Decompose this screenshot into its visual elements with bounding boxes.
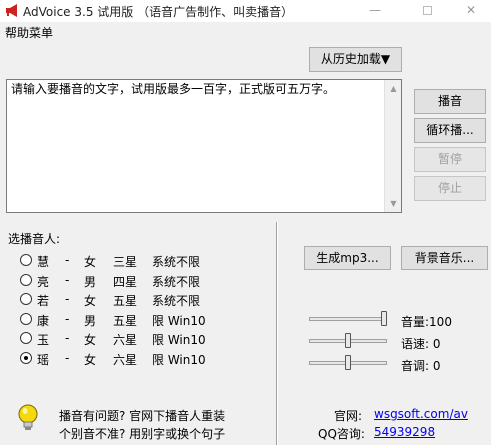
qq-link[interactable]: 54939298 bbox=[374, 425, 435, 439]
speaker-limit: 限 Win10 bbox=[152, 352, 206, 367]
menu-bar: 帮助菜单 bbox=[0, 22, 491, 42]
separator: - bbox=[65, 311, 70, 326]
text-input[interactable]: 请输入要播音的文字，试用版最多一百字，正式版可五万字。 ▲ ▼ bbox=[6, 79, 402, 213]
speed-slider[interactable] bbox=[309, 331, 387, 353]
maximize-button[interactable] bbox=[404, 0, 450, 22]
section-divider bbox=[276, 222, 278, 445]
scroll-down-icon[interactable]: ▼ bbox=[385, 195, 402, 212]
load-history-button[interactable]: 从历史加载▼ bbox=[309, 47, 402, 72]
pitch-label: 音调: 0 bbox=[401, 359, 441, 373]
separator: - bbox=[65, 331, 70, 345]
menu-help[interactable]: 帮助菜单 bbox=[5, 24, 53, 41]
pitch-slider[interactable] bbox=[309, 353, 387, 375]
speaker-star: 六星 bbox=[113, 352, 138, 367]
site-link[interactable]: wsgsoft.com/av bbox=[374, 407, 468, 421]
qq-label: QQ咨询: bbox=[318, 427, 365, 441]
speaker-radio[interactable] bbox=[20, 273, 32, 286]
pause-button[interactable]: 暂停 bbox=[414, 147, 486, 172]
separator: - bbox=[65, 350, 70, 365]
speaker-star: 四星 bbox=[113, 274, 138, 289]
speed-slider-thumb[interactable] bbox=[345, 333, 351, 348]
text-input-value: 请输入要播音的文字，试用版最多一百字，正式版可五万字。 bbox=[11, 82, 336, 96]
speaker-radio[interactable] bbox=[20, 254, 32, 266]
speaker-radio-selected[interactable] bbox=[20, 351, 32, 364]
title-bar: AdVoice 3.5 试用版 （语音广告制作、叫卖播音） — ✕ bbox=[0, 0, 491, 22]
speaker-gender: 女 bbox=[84, 294, 97, 308]
speaker-limit: 系统不限 bbox=[152, 274, 201, 289]
separator: - bbox=[65, 272, 70, 287]
close-button[interactable]: ✕ bbox=[451, 0, 491, 22]
volume-slider[interactable] bbox=[309, 309, 387, 331]
speaker-name: 玉 bbox=[37, 333, 50, 347]
site-label: 官网: bbox=[334, 409, 363, 423]
help-line-2: 个别音不准? 用别字或换个句子 bbox=[59, 427, 226, 441]
speaker-limit: 限 Win10 bbox=[152, 313, 206, 328]
speaker-star: 五星 bbox=[113, 313, 138, 328]
speed-label: 语速: 0 bbox=[401, 337, 441, 351]
generate-mp3-button[interactable]: 生成mp3... bbox=[304, 246, 391, 270]
loop-play-button[interactable]: 循环播... bbox=[414, 118, 486, 143]
play-button[interactable]: 播音 bbox=[414, 89, 486, 114]
speaker-star: 五星 bbox=[113, 294, 138, 308]
speaker-limit: 限 Win10 bbox=[152, 333, 206, 347]
speaker-radio[interactable] bbox=[20, 332, 32, 344]
minimize-icon: — bbox=[369, 3, 381, 17]
speaker-name: 若 bbox=[37, 294, 50, 308]
megaphone-icon bbox=[6, 4, 17, 17]
close-icon: ✕ bbox=[465, 3, 477, 17]
stop-button[interactable]: 停止 bbox=[414, 176, 486, 201]
speaker-section-label: 选播音人: bbox=[8, 232, 61, 246]
speaker-name: 亮 bbox=[37, 274, 50, 289]
scroll-up-icon[interactable]: ▲ bbox=[385, 80, 402, 97]
minimize-button[interactable]: — bbox=[352, 0, 398, 22]
speaker-name: 慧 bbox=[37, 255, 50, 269]
speaker-gender: 女 bbox=[84, 255, 97, 269]
speaker-gender: 女 bbox=[84, 352, 97, 367]
separator: - bbox=[65, 292, 70, 306]
speaker-name: 康 bbox=[37, 313, 50, 328]
help-line-1: 播音有问题? 官网下播音人重装 bbox=[59, 409, 226, 423]
speaker-star: 六星 bbox=[113, 333, 138, 347]
speaker-star: 三星 bbox=[113, 255, 138, 269]
volume-slider-thumb[interactable] bbox=[381, 311, 387, 326]
speaker-limit: 系统不限 bbox=[152, 255, 201, 269]
pitch-slider-thumb[interactable] bbox=[345, 355, 351, 370]
speaker-gender: 男 bbox=[84, 313, 97, 328]
speaker-radio[interactable] bbox=[20, 293, 32, 305]
window-title: AdVoice 3.5 试用版 （语音广告制作、叫卖播音） bbox=[23, 5, 294, 19]
background-music-button[interactable]: 背景音乐... bbox=[401, 246, 488, 270]
maximize-icon bbox=[422, 6, 432, 15]
speaker-limit: 系统不限 bbox=[152, 294, 201, 308]
speaker-gender: 女 bbox=[84, 333, 97, 347]
separator: - bbox=[65, 253, 70, 267]
text-scrollbar[interactable]: ▲ ▼ bbox=[384, 80, 401, 212]
speaker-radio[interactable] bbox=[20, 312, 32, 325]
speaker-gender: 男 bbox=[84, 274, 97, 289]
lightbulb-icon bbox=[18, 404, 38, 430]
volume-track bbox=[309, 317, 387, 321]
volume-label: 音量:100 bbox=[401, 315, 452, 329]
speaker-name: 瑶 bbox=[37, 352, 50, 367]
